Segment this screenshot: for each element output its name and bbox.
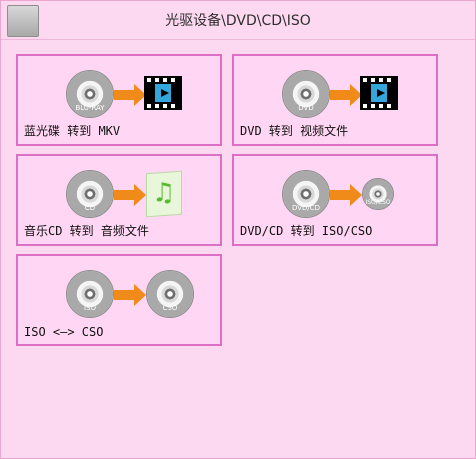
title-bar: 光驱设备\DVD\CD\ISO [1,1,475,40]
tile-label: 蓝光碟 转到 MKV [24,124,121,138]
iso-cso-icons: ISO CSO [66,270,194,318]
app-window: 光驱设备\DVD\CD\ISO BLU-RAY 蓝光碟 转到 MKV DVD D… [0,0,476,459]
tile-label: 音乐CD 转到 音频文件 [24,224,149,238]
tile-dvdcd-to-isocso[interactable]: DVD/CD ISO/CSO DVD/CD 转到 ISO/CSO [232,154,438,246]
tile-label: DVD 转到 视频文件 [240,124,349,138]
isocso-disc-icon: ISO/CSO [362,178,394,210]
film-icon [144,76,182,110]
play-icon [371,84,387,102]
bluray-disc-icon: BLU-RAY [66,70,114,118]
music-note-icon: ♫ [152,177,176,209]
film-icon [360,76,398,110]
arrow-right-icon [330,84,362,106]
tile-dvd-to-video[interactable]: DVD DVD 转到 视频文件 [232,54,438,146]
arrow-right-icon [114,284,146,306]
cso-disc-label: CSO [162,304,178,312]
tile-label: ISO <—> CSO [24,325,104,339]
dvd-to-video-icons: DVD [282,70,398,118]
tile-iso-cso[interactable]: ISO CSO ISO <—> CSO [16,254,222,346]
play-icon [155,84,171,102]
music-cd-to-audio-icons: CD ♫ [66,170,182,218]
bluray-disc-label: BLU-RAY [75,104,105,112]
dvdcd-disc-label: DVD/CD [291,204,321,212]
cd-disc-icon: CD [66,170,114,218]
arrow-right-icon [114,84,146,106]
isocso-disc-label: ISO/CSO [365,199,391,206]
iso-disc-icon: ISO [66,270,114,318]
cd-disc-label: CD [84,204,96,212]
tile-bluray-to-mkv[interactable]: BLU-RAY 蓝光碟 转到 MKV [16,54,222,146]
cso-disc-icon: CSO [146,270,194,318]
tile-music-cd-to-audio[interactable]: CD ♫ 音乐CD 转到 音频文件 [16,154,222,246]
dvdcd-to-isocso-icons: DVD/CD ISO/CSO [282,170,394,218]
bluray-to-mkv-icons: BLU-RAY [66,70,182,118]
dvd-disc-icon: DVD [282,70,330,118]
window-title: 光驱设备\DVD\CD\ISO [165,13,311,29]
arrow-right-icon [330,184,362,206]
dvdcd-disc-icon: DVD/CD [282,170,330,218]
music-file-icon: ♫ [146,170,182,218]
tile-label: DVD/CD 转到 ISO/CSO [240,224,373,238]
iso-disc-label: ISO [83,304,97,312]
dvd-disc-label: DVD [298,104,314,112]
arrow-right-icon [114,184,146,206]
